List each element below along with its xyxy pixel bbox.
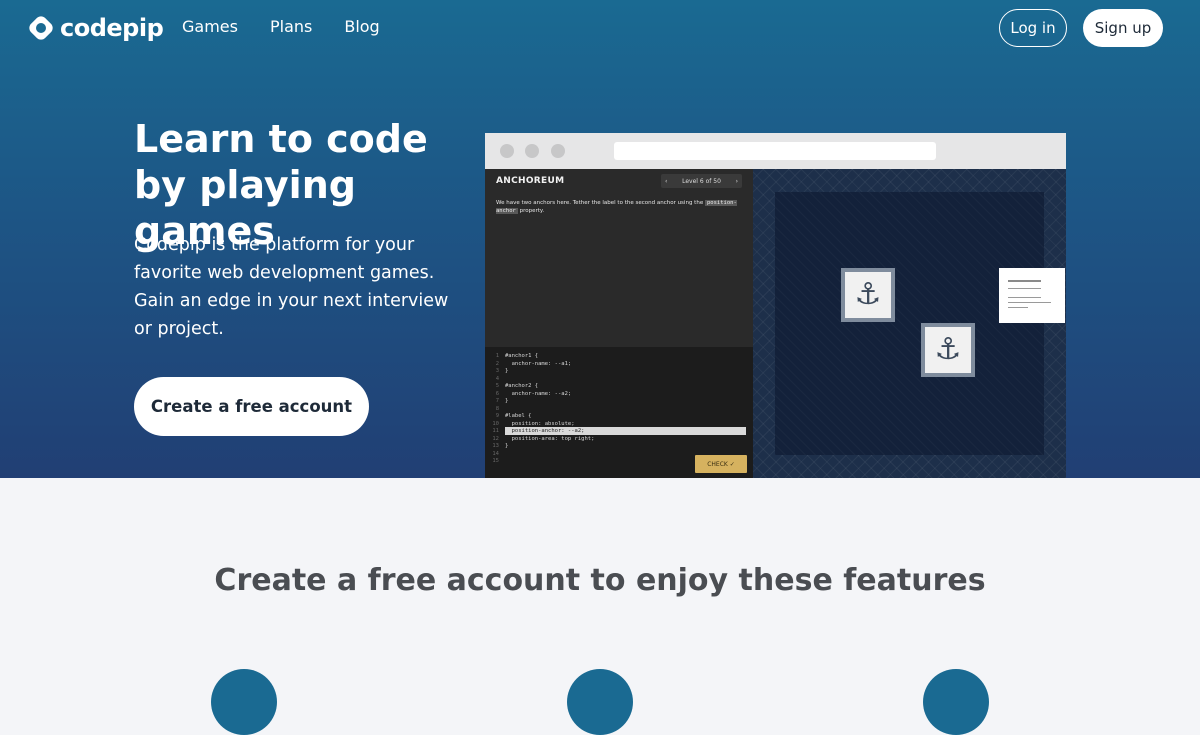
game-board-panel: ⚓ ⚓ [753,169,1066,478]
hero-description: Codepip is the platform for your favorit… [134,235,449,339]
nav-link-blog[interactable]: Blog [344,17,379,36]
game-preview-window: ANCHOREUM ‹ Level 6 of 50 › We have two … [485,133,1066,478]
anchor-icon: ⚓ [845,272,891,318]
feature-icon [567,669,633,735]
browser-titlebar [485,133,1066,169]
signup-button[interactable]: Sign up [1083,9,1163,47]
window-dot-icon [551,144,565,158]
code-text: anchor-name: --a2; [505,390,572,397]
address-bar [614,142,936,160]
window-dot-icon [500,144,514,158]
code-text: position-area: top right; [505,435,595,442]
anchor-tile-2: ⚓ [921,323,975,377]
code-text: position: absolute; [505,420,575,427]
check-button: CHECK ✓ [695,455,747,473]
create-account-button[interactable]: Create a free account [134,377,369,436]
anchor-icon: ⚓ [925,327,971,373]
features-heading: Create a free account to enjoy these fea… [214,563,986,598]
feature-icon [211,669,277,735]
code-text: anchor-name: --a1; [505,360,572,367]
code-text: } [505,398,509,404]
game-board: ⚓ ⚓ [775,192,1065,455]
code-text: } [505,368,509,374]
level-selector: ‹ Level 6 of 50 › [661,174,742,188]
game-instructions-panel: ANCHOREUM ‹ Level 6 of 50 › We have two … [485,169,753,478]
level-instructions: We have two anchors here. Tether the lab… [496,200,737,214]
login-button[interactable]: Log in [999,9,1067,47]
level-next-icon: › [735,177,738,185]
level-prev-icon: ‹ [665,177,668,185]
code-text: #anchor2 { [505,383,539,389]
line-number: 15 [492,458,499,464]
logo[interactable]: codepip [26,12,164,44]
code-text: #anchor1 { [505,353,539,359]
code-text: } [505,443,509,449]
nav-link-plans[interactable]: Plans [270,17,312,36]
nav-link-games[interactable]: Games [182,17,238,36]
code-text: #label { [505,413,532,419]
window-dot-icon [525,144,539,158]
feature-icon [923,669,989,735]
label-card [999,268,1065,323]
nav-links: Games Plans Blog [182,17,380,36]
brand-name: codepip [60,14,164,42]
top-nav: codepip Games Plans Blog Log in Sign up [0,0,1200,56]
hero-section: codepip Games Plans Blog Log in Sign up … [0,0,1200,478]
codepip-logo-icon [26,13,56,43]
level-label: Level 6 of 50 [682,177,721,185]
game-title: ANCHOREUM [496,176,565,186]
anchor-tile-1: ⚓ [841,268,895,322]
code-editor: 1 #anchor1 {2 anchor-name: --a1; 3} 4 5 #anch… [485,347,753,478]
